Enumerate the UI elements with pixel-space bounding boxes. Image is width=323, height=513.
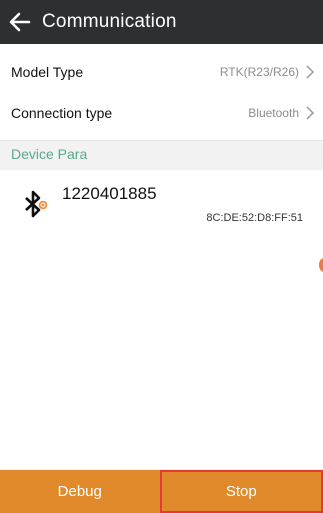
connection-type-value: Bluetooth [248, 105, 299, 120]
connection-type-row[interactable]: Connection type Bluetooth [0, 85, 323, 141]
connection-type-label: Connection type [11, 104, 113, 121]
device-para-heading: Device Para [11, 146, 88, 162]
connection-type-right: Bluetooth [248, 106, 315, 120]
back-button[interactable] [0, 0, 40, 44]
model-type-right: RTK(R23/R26) [220, 65, 315, 79]
arrow-left-icon [9, 12, 31, 32]
debug-button[interactable]: Debug [0, 470, 160, 513]
stop-button[interactable]: Stop [159, 470, 323, 513]
model-type-label: Model Type [11, 63, 84, 80]
chevron-right-icon [306, 105, 315, 120]
scroll-indicator [319, 258, 323, 272]
device-mac-address: 8C:DE:52:D8:FF:51 [206, 212, 303, 224]
device-list: 1220401885 8C:DE:52:D8:FF:51 [0, 170, 323, 469]
chevron-right-icon [306, 64, 315, 79]
device-name: 1220401885 [62, 184, 157, 203]
page-title: Communication [42, 11, 177, 32]
bluetooth-icon [25, 190, 48, 218]
model-type-value: RTK(R23/R26) [219, 64, 299, 79]
bottom-action-bar: Debug Stop [0, 470, 323, 513]
title-bar: Communication [0, 0, 323, 44]
